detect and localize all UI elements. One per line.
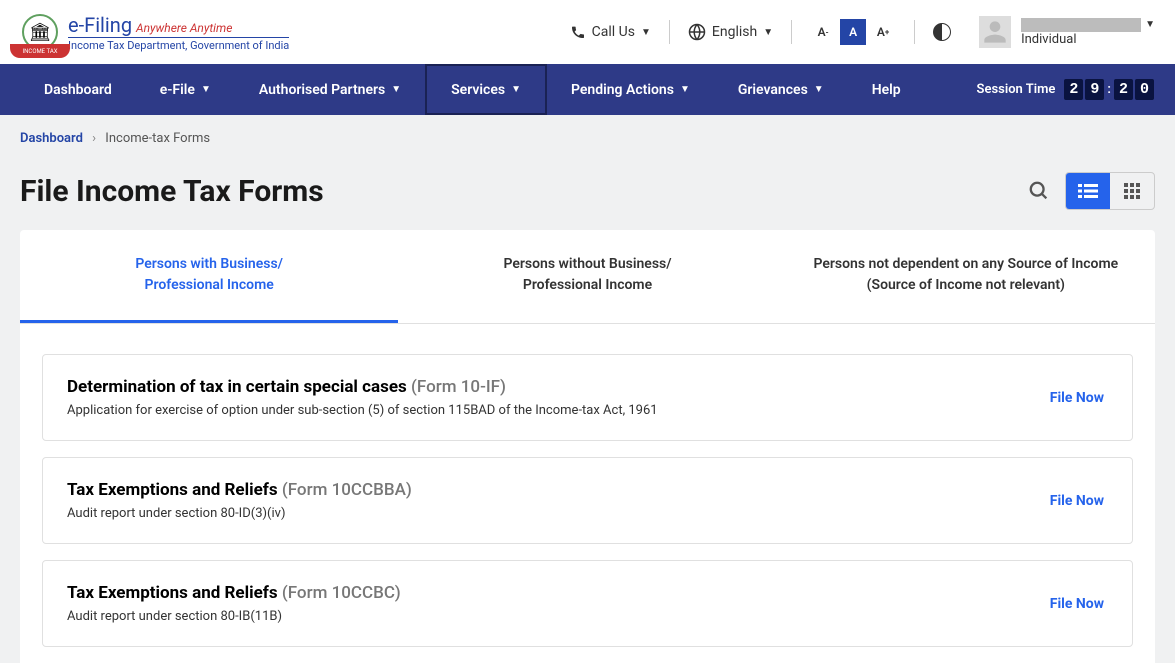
form-code: (Form 10CCBBA) bbox=[282, 480, 412, 500]
breadcrumb-current: Income-tax Forms bbox=[105, 131, 210, 146]
nav-dashboard[interactable]: Dashboard bbox=[20, 64, 136, 115]
chevron-down-icon: ▼ bbox=[763, 27, 773, 38]
form-title: Determination of tax in certain special … bbox=[67, 377, 407, 397]
file-now-button[interactable]: File Now bbox=[1046, 382, 1108, 414]
breadcrumb-separator: › bbox=[92, 131, 96, 146]
contrast-icon bbox=[933, 23, 951, 41]
divider bbox=[669, 20, 670, 44]
tab-no-income-source[interactable]: Persons not dependent on any Source of I… bbox=[777, 230, 1155, 323]
logo-title: e-Filing bbox=[68, 13, 132, 37]
logo-section[interactable]: 🏛 INCOME TAX e-Filing Anywhere Anytime I… bbox=[20, 12, 289, 52]
search-button[interactable] bbox=[1023, 175, 1055, 207]
user-name bbox=[1021, 18, 1141, 32]
grid-icon bbox=[1124, 183, 1140, 199]
page-header: File Income Tax Forms bbox=[0, 162, 1175, 230]
nav-grievances[interactable]: Grievances ▼ bbox=[714, 64, 848, 115]
divider bbox=[914, 20, 915, 44]
form-title: Tax Exemptions and Reliefs bbox=[67, 583, 278, 603]
session-label: Session Time bbox=[977, 82, 1056, 97]
nav-pending-actions[interactable]: Pending Actions ▼ bbox=[547, 64, 714, 115]
file-now-button[interactable]: File Now bbox=[1046, 485, 1108, 517]
font-normal-button[interactable]: A bbox=[840, 19, 866, 45]
grid-view-button[interactable] bbox=[1110, 173, 1154, 209]
user-role: Individual bbox=[1021, 32, 1155, 47]
chevron-down-icon: ▼ bbox=[391, 84, 401, 95]
forms-list: Determination of tax in certain special … bbox=[20, 324, 1155, 647]
form-description: Application for exercise of option under… bbox=[67, 403, 1046, 418]
divider bbox=[791, 20, 792, 44]
content-card: Persons with Business/ Professional Inco… bbox=[20, 230, 1155, 663]
page-title: File Income Tax Forms bbox=[20, 174, 324, 209]
form-item: Tax Exemptions and Reliefs (Form 10CCBC)… bbox=[42, 560, 1133, 647]
chevron-down-icon: ▼ bbox=[201, 84, 211, 95]
file-now-button[interactable]: File Now bbox=[1046, 588, 1108, 620]
tab-without-business-income[interactable]: Persons without Business/ Professional I… bbox=[398, 230, 776, 323]
list-icon bbox=[1078, 183, 1098, 199]
form-description: Audit report under section 80-ID(3)(iv) bbox=[67, 506, 1046, 521]
font-decrease-button[interactable]: A- bbox=[810, 19, 836, 45]
form-item: Determination of tax in certain special … bbox=[42, 354, 1133, 441]
chevron-down-icon: ▼ bbox=[511, 84, 521, 95]
nav-services[interactable]: Services ▼ bbox=[425, 64, 547, 115]
globe-icon bbox=[688, 23, 706, 41]
form-code: (Form 10-IF) bbox=[411, 377, 506, 397]
breadcrumb-dashboard-link[interactable]: Dashboard bbox=[20, 131, 83, 146]
form-description: Audit report under section 80-IB(11B) bbox=[67, 609, 1046, 624]
form-item: Tax Exemptions and Reliefs (Form 10CCBBA… bbox=[42, 457, 1133, 544]
main-nav: Dashboard e-File ▼ Authorised Partners ▼… bbox=[0, 64, 1175, 115]
chevron-down-icon: ▼ bbox=[814, 84, 824, 95]
form-code: (Form 10CCBC) bbox=[282, 583, 401, 603]
contrast-toggle[interactable] bbox=[919, 15, 965, 49]
logo-text: e-Filing Anywhere Anytime Income Tax Dep… bbox=[68, 13, 289, 52]
font-increase-button[interactable]: A+ bbox=[870, 19, 896, 45]
tab-business-income[interactable]: Persons with Business/ Professional Inco… bbox=[20, 230, 398, 323]
chevron-down-icon: ▼ bbox=[1145, 19, 1155, 30]
language-label: English bbox=[712, 24, 757, 40]
form-title: Tax Exemptions and Reliefs bbox=[67, 480, 278, 500]
list-view-button[interactable] bbox=[1066, 173, 1110, 209]
nav-help[interactable]: Help bbox=[848, 64, 925, 115]
call-us-link[interactable]: Call Us ▼ bbox=[556, 16, 665, 48]
nav-authorised-partners[interactable]: Authorised Partners ▼ bbox=[235, 64, 425, 115]
avatar-icon bbox=[979, 16, 1011, 48]
logo-tagline: Anywhere Anytime bbox=[136, 21, 232, 35]
phone-icon bbox=[570, 24, 586, 40]
emblem-icon: 🏛 INCOME TAX bbox=[20, 12, 60, 52]
session-timer: Session Time 29:20 bbox=[977, 81, 1155, 98]
chevron-down-icon: ▼ bbox=[641, 27, 651, 38]
nav-efile[interactable]: e-File ▼ bbox=[136, 64, 235, 115]
breadcrumb: Dashboard › Income-tax Forms bbox=[0, 115, 1175, 162]
logo-subtitle: Income Tax Department, Government of Ind… bbox=[68, 37, 289, 52]
top-header: 🏛 INCOME TAX e-Filing Anywhere Anytime I… bbox=[0, 0, 1175, 64]
tabs: Persons with Business/ Professional Inco… bbox=[20, 230, 1155, 324]
call-us-label: Call Us bbox=[592, 24, 635, 40]
search-icon bbox=[1028, 180, 1050, 202]
chevron-down-icon: ▼ bbox=[680, 84, 690, 95]
view-toggle bbox=[1065, 172, 1155, 210]
user-menu[interactable]: ▼ Individual bbox=[965, 8, 1155, 56]
language-selector[interactable]: English ▼ bbox=[674, 15, 787, 49]
